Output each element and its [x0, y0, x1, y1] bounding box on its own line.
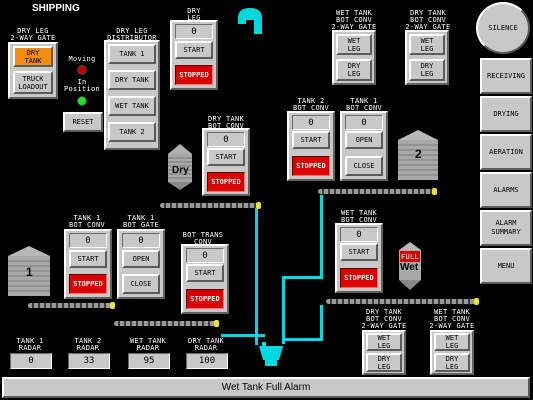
- pipe-segment: [282, 276, 285, 344]
- gate-bottom1-dry-leg-button[interactable]: DRY LEG: [366, 353, 402, 372]
- bot-trans-conv-value: 0: [186, 248, 224, 263]
- dry-tank-button[interactable]: DRY TANK: [13, 46, 53, 67]
- tank1-bot-conv-value: 0: [69, 233, 107, 248]
- tank1-radar-label: TANK 1 RADAR: [16, 337, 44, 352]
- dry-tank-radar-label: DRY TANK RADAR: [187, 337, 225, 352]
- pipe-segment: [320, 305, 323, 340]
- dry-leg-gate-label: DRY LEG 2-WAY GATE: [10, 27, 56, 42]
- page-title: SHIPPING: [32, 3, 80, 14]
- tank1-radar-value: 0: [10, 353, 52, 369]
- tank1-bin-label: 1: [26, 265, 33, 279]
- tank1-bot-conv-status: STOPPED: [69, 274, 107, 294]
- tank2-bot-conv-start-button[interactable]: START: [292, 131, 330, 149]
- tank1-bot-gate-label: TANK 1 BOT GATE: [122, 214, 160, 229]
- gate-top1-label: WET TANK BOT CONV 2-WAY GATE: [331, 9, 377, 31]
- tank1-bot-gate-close-button[interactable]: CLOSE: [122, 274, 160, 294]
- tank2-radar-label: TANK 2 RADAR: [74, 337, 102, 352]
- gate-top1-dry-leg-button[interactable]: DRY LEG: [336, 59, 372, 81]
- silence-button[interactable]: SILENCE: [476, 2, 530, 54]
- wet-tank-radar-label: WET TANK RADAR: [129, 337, 167, 352]
- tank1-bot-conv-b-label: TANK 1 BOT CONV: [345, 97, 383, 112]
- tank2-bot-conv-status: STOPPED: [292, 156, 330, 176]
- wet-tank-bot-conv-label: WET TANK BOT CONV: [340, 209, 378, 224]
- distributor-dry-tank-button[interactable]: DRY TANK: [108, 70, 156, 90]
- wet-tank-conveyor: [326, 298, 479, 305]
- nav-aeration-button[interactable]: AERATION: [480, 134, 532, 170]
- tank1-bot-gate-open-button[interactable]: OPEN: [122, 250, 160, 268]
- gate-top2-label: DRY TANK BOT CONV 2-WAY GATE: [405, 9, 451, 31]
- dry-tank-conveyor: [160, 202, 261, 209]
- dry-tank-radar-value: 100: [186, 353, 228, 369]
- gate-bottom1-wet-leg-button[interactable]: WET LEG: [366, 333, 402, 351]
- moving-label: Moving: [68, 55, 96, 63]
- hmi-screen: SHIPPING DRY LEG 2-WAY GATE DRY TANK TRU…: [0, 0, 533, 400]
- tank1-bot-conv-b-value: 0: [345, 115, 383, 130]
- tank1-bot-gate-value: 0: [122, 233, 160, 248]
- dry-leg-status: STOPPED: [175, 65, 213, 85]
- wet-tank-radar-value: 95: [128, 353, 170, 369]
- tank2-radar-value: 33: [68, 353, 110, 369]
- truck-loadout-button[interactable]: TRUCK LOADOUT: [13, 71, 53, 94]
- pipe-segment: [285, 338, 323, 341]
- wet-tank-bot-conv-value: 0: [340, 227, 378, 242]
- nav-receiving-button[interactable]: RECEIVING: [480, 58, 532, 94]
- in-position-label: In Position: [63, 78, 101, 93]
- gate-top2-wet-leg-button[interactable]: WET LEG: [409, 34, 445, 55]
- pipe-segment: [282, 276, 322, 279]
- wet-tank-bot-conv-status: STOPPED: [340, 268, 378, 288]
- nav-alarm-summary-button[interactable]: ALARM SUMMARY: [480, 210, 532, 246]
- in-position-lamp: [77, 96, 87, 106]
- gate-bottom1-label: DRY TANK BOT CONV 2-WAY GATE: [361, 308, 407, 330]
- wet-bin-full-label: FULL: [400, 253, 420, 261]
- dry-tank-bot-conv-status: STOPPED: [207, 172, 245, 192]
- alarm-status-bar: Wet Tank Full Alarm: [2, 377, 530, 398]
- dry-leg-start-button[interactable]: START: [175, 41, 213, 59]
- tank1-bot-conv-b-open-button[interactable]: OPEN: [345, 131, 383, 149]
- gate-top2-dry-leg-button[interactable]: DRY LEG: [409, 59, 445, 81]
- tank1-bot-conv-label: TANK 1 BOT CONV: [68, 214, 106, 229]
- wet-bin-label: Wet: [400, 262, 419, 273]
- wet-tank-bot-conv-start-button[interactable]: START: [340, 243, 378, 261]
- nav-menu-button[interactable]: MENU: [480, 248, 532, 284]
- moving-lamp: [77, 65, 87, 75]
- dry-bin-label: Dry: [172, 165, 189, 176]
- distributor-tank1-button[interactable]: TANK 1: [108, 44, 156, 64]
- bot-trans-conveyor: [114, 320, 219, 327]
- elevator-head-icon: [238, 8, 262, 34]
- tank1-conveyor: [28, 302, 115, 309]
- tank2-bin-label: 2: [415, 147, 422, 161]
- distributor-wet-tank-button[interactable]: WET TANK: [108, 96, 156, 116]
- bot-trans-conv-start-button[interactable]: START: [186, 264, 224, 282]
- silence-label: SILENCE: [488, 24, 518, 32]
- tank2-bot-conv-value: 0: [292, 115, 330, 130]
- dry-tank-bot-conv-start-button[interactable]: START: [207, 148, 245, 166]
- tank1-bot-conv-b-close-button[interactable]: CLOSE: [345, 156, 383, 176]
- dry-leg-value: 0: [175, 24, 213, 39]
- tank1-bot-conv-start-button[interactable]: START: [69, 250, 107, 268]
- gate-bottom2-label: WET TANK BOT CONV 2-WAY GATE: [429, 308, 475, 330]
- gate-bottom2-wet-leg-button[interactable]: WET LEG: [434, 333, 470, 351]
- tank2-conveyor: [318, 188, 437, 195]
- gate-top1-wet-leg-button[interactable]: WET LEG: [336, 34, 372, 55]
- pipe-segment: [255, 205, 258, 345]
- tank2-bot-conv-label: TANK 2 BOT CONV: [292, 97, 330, 112]
- gate-bottom2-dry-leg-button[interactable]: DRY LEG: [434, 353, 470, 372]
- dry-tank-bot-conv-value: 0: [207, 132, 245, 147]
- distributor-tank2-button[interactable]: TANK 2: [108, 122, 156, 142]
- nav-drying-button[interactable]: DRYING: [480, 96, 532, 132]
- nav-alarms-button[interactable]: ALARMS: [480, 172, 532, 208]
- leg-boot-icon: [259, 342, 283, 366]
- pipe-segment: [221, 334, 265, 337]
- reset-button[interactable]: RESET: [63, 112, 103, 132]
- pipe-segment: [320, 195, 323, 279]
- bot-trans-conv-status: STOPPED: [186, 289, 224, 309]
